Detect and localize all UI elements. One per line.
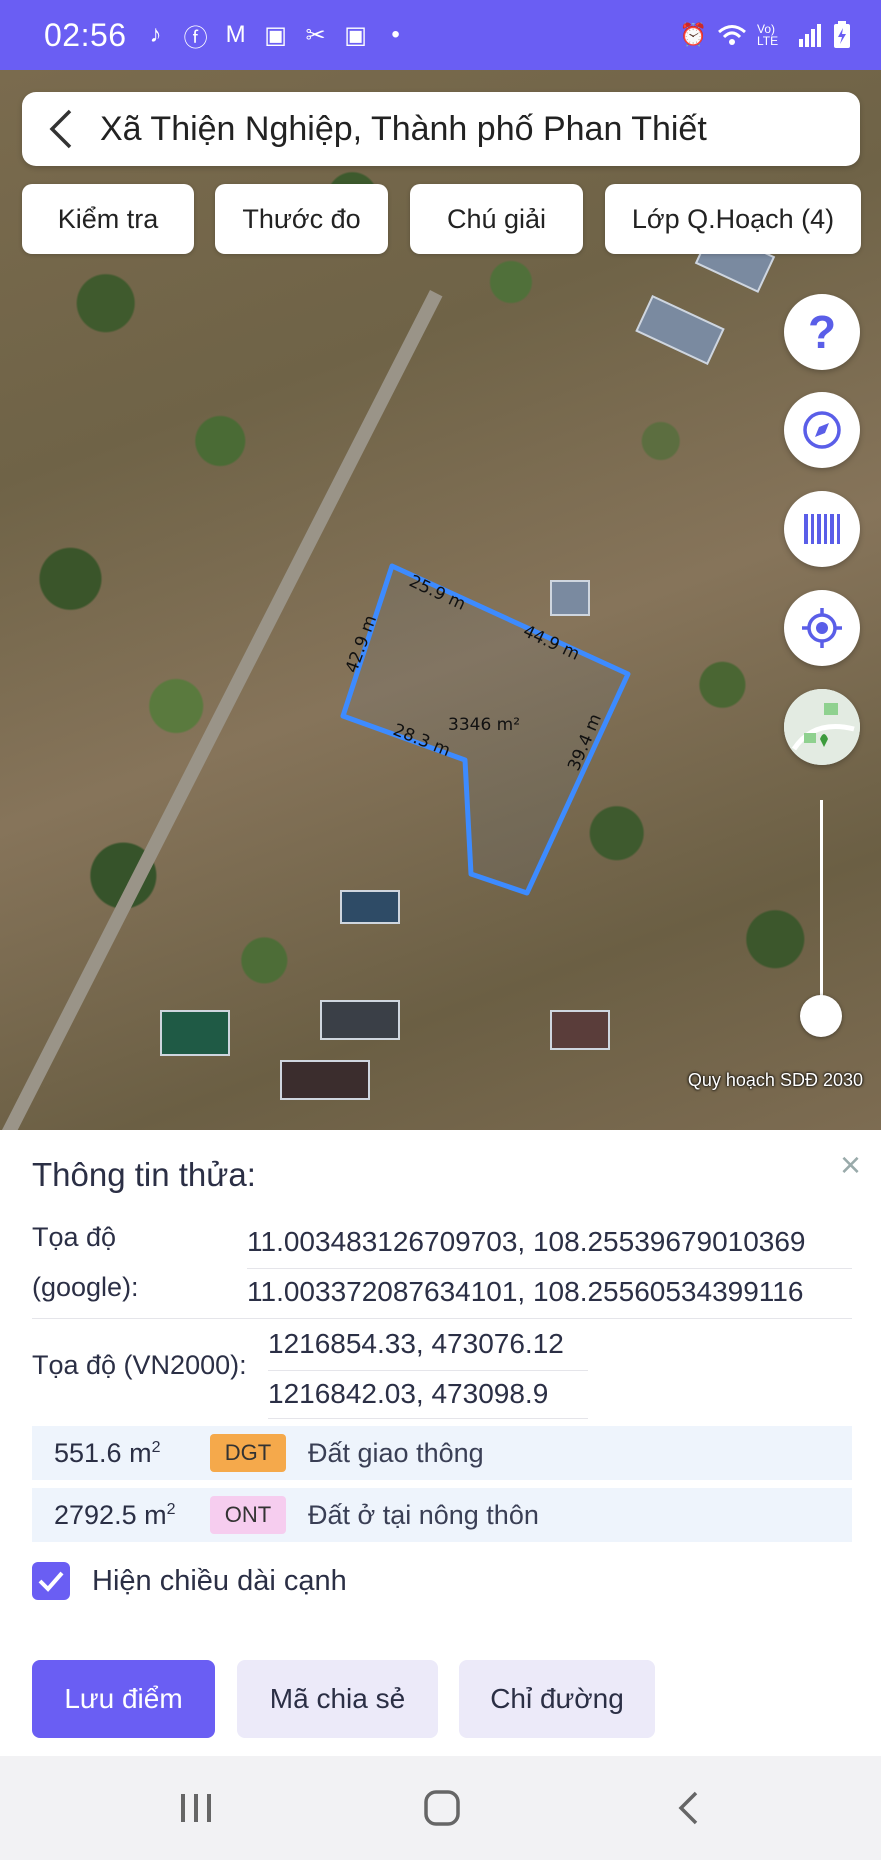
tiktok-icon: ♪	[149, 21, 162, 48]
google-coord-value: 11.003372087634101, 108.25560534399116	[247, 1276, 804, 1307]
land-use-row: 551.6 m2 DGT Đất giao thông	[32, 1426, 852, 1480]
sheet-title: Thông tin thửa:	[32, 1156, 256, 1193]
signal-icon	[799, 24, 821, 47]
recent-apps-button[interactable]	[166, 1782, 226, 1834]
my-location-button[interactable]	[784, 590, 860, 666]
home-button[interactable]	[412, 1782, 472, 1834]
alarm-icon: ⏰	[679, 22, 707, 47]
status-bar: 02:56 ♪ ⓕ M ▣ ✂ ▣ • ⏰ Vo) LTE	[0, 0, 881, 70]
land-use-description: Đất ở tại nông thôn	[308, 1499, 539, 1530]
notification-icons: ♪ ⓕ M ▣ ✂ ▣ •	[141, 18, 411, 53]
facebook-icon: ⓕ	[183, 24, 208, 52]
land-area: 2792.5 m2	[32, 1500, 210, 1531]
divider	[247, 1268, 852, 1269]
gmail-icon: M	[225, 21, 246, 48]
google-coord-label: Tọa độ	[32, 1222, 117, 1252]
scissors-icon: ✂	[305, 21, 326, 49]
chevron-left-icon	[49, 109, 72, 149]
share-code-button[interactable]: Mã chia sẻ	[237, 1660, 438, 1738]
divider	[268, 1370, 588, 1371]
back-nav-button[interactable]	[658, 1782, 718, 1834]
parcel-area-label: 3346 m²	[448, 715, 520, 735]
dot-icon: •	[391, 21, 400, 48]
barcode-button[interactable]	[784, 491, 860, 567]
planning-layers-chip[interactable]: Lớp Q.Hoạch (4)	[605, 184, 861, 254]
vn2000-coord-label: Tọa độ (VN2000):	[32, 1350, 247, 1380]
divider	[268, 1418, 588, 1419]
opacity-slider-thumb[interactable]	[800, 995, 842, 1037]
home-icon	[424, 1790, 460, 1826]
map-tools-row: Kiểm tra Thước đo Chú giải Lớp Q.Hoạch (…	[22, 184, 862, 254]
checkbox-label: Hiện chiều dài cạnh	[92, 1564, 347, 1597]
compass-icon	[803, 411, 841, 449]
vn2000-coord-value: 1216854.33, 473076.12	[268, 1328, 564, 1359]
save-point-button[interactable]: Lưu điểm	[32, 1660, 215, 1738]
page-title: Xã Thiện Nghiệp, Thành phố Phan Thiết	[100, 109, 707, 148]
area-unit-sup: 2	[151, 1438, 161, 1456]
system-icons: ⏰ Vo) LTE	[680, 21, 851, 49]
crosshair-icon	[802, 608, 842, 648]
check-chip[interactable]: Kiểm tra	[22, 184, 194, 254]
recents-icon	[181, 1794, 211, 1822]
location-header: Xã Thiện Nghiệp, Thành phố Phan Thiết	[22, 92, 860, 166]
wifi-icon	[718, 25, 746, 45]
battery-charging-icon	[834, 21, 850, 48]
area-unit-sup: 2	[166, 1500, 176, 1518]
land-area-value: 551.6 m	[54, 1437, 152, 1468]
show-edge-lengths-toggle[interactable]: Hiện chiều dài cạnh	[32, 1562, 347, 1600]
vn2000-coord-value: 1216842.03, 473098.9	[268, 1378, 549, 1409]
status-time: 02:56	[44, 16, 127, 53]
directions-button[interactable]: Chỉ đường	[459, 1660, 655, 1738]
map-layer-icon	[784, 689, 860, 765]
check-icon	[38, 1571, 64, 1592]
legend-chip[interactable]: Chú giải	[410, 184, 583, 254]
land-use-row: 2792.5 m2 ONT Đất ở tại nông thôn	[32, 1488, 852, 1542]
divider	[32, 1318, 852, 1319]
land-use-description: Đất giao thông	[308, 1437, 484, 1468]
back-button[interactable]	[22, 92, 100, 166]
app-icon: ▣	[344, 21, 367, 49]
google-coord-value: 11.003483126709703, 108.25539679010369	[247, 1226, 806, 1257]
chevron-left-icon	[678, 1791, 698, 1825]
map-attribution: Quy hoạch SDĐ 2030	[687, 1070, 863, 1090]
system-nav-bar	[0, 1756, 881, 1860]
land-code-badge: DGT	[210, 1434, 286, 1472]
measure-chip[interactable]: Thước đo	[215, 184, 388, 254]
land-area-value: 2792.5 m	[54, 1499, 167, 1530]
app-icon: ▣	[264, 21, 287, 49]
map-type-button[interactable]	[784, 689, 860, 765]
compass-button[interactable]	[784, 392, 860, 468]
checkbox[interactable]	[32, 1562, 70, 1600]
land-code-badge: ONT	[210, 1496, 286, 1534]
barcode-icon	[804, 514, 840, 544]
land-area: 551.6 m2	[32, 1438, 210, 1469]
question-icon: ?	[807, 306, 837, 358]
volte-icon: Vo) LTE	[757, 22, 779, 48]
opacity-slider-track	[820, 800, 823, 1015]
google-coord-label: (google):	[32, 1272, 139, 1302]
help-button[interactable]: ?	[784, 294, 860, 370]
close-icon[interactable]: ×	[840, 1144, 861, 1186]
